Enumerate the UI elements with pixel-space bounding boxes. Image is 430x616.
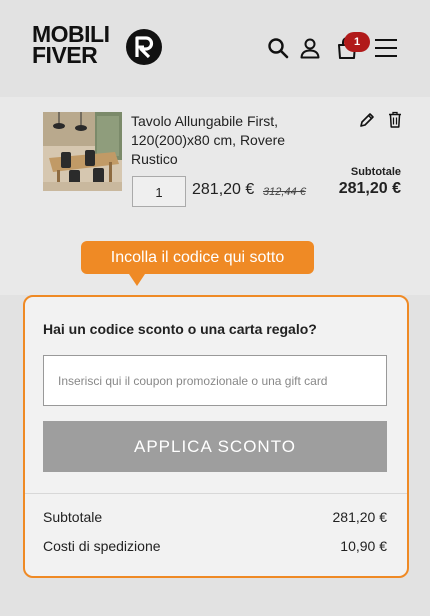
product-title[interactable]: Tavolo Allungabile First, 120(200)x80 cm… bbox=[131, 112, 331, 169]
divider bbox=[25, 493, 407, 494]
search-icon[interactable] bbox=[266, 36, 290, 60]
user-icon[interactable] bbox=[298, 36, 322, 60]
summary-shipping-value: 10,90 € bbox=[340, 538, 387, 554]
summary-subtotal-label: Subtotale bbox=[43, 509, 103, 525]
product-image[interactable] bbox=[43, 112, 122, 191]
tooltip-arrow bbox=[129, 274, 145, 286]
menu-icon[interactable] bbox=[374, 36, 398, 60]
summary-shipping-label: Costi di spedizione bbox=[43, 538, 161, 554]
site-header: MOBILI FIVER 1 bbox=[0, 0, 430, 97]
edit-icon[interactable] bbox=[359, 112, 375, 128]
discount-panel: Hai un codice sconto o una carta regalo?… bbox=[23, 295, 409, 578]
item-old-price: 312,44 € bbox=[263, 186, 306, 198]
quantity-field[interactable]: 1 bbox=[132, 176, 186, 207]
summary-subtotal-value: 281,20 € bbox=[332, 509, 388, 525]
logo[interactable]: MOBILI FIVER bbox=[32, 23, 172, 74]
logo-line2: FIVER bbox=[32, 42, 98, 68]
cart-count-badge: 1 bbox=[344, 32, 370, 52]
paste-code-tooltip: Incolla il codice qui sotto bbox=[81, 241, 314, 274]
trash-icon[interactable] bbox=[388, 111, 402, 128]
item-subtotal-value: 281,20 € bbox=[338, 180, 401, 197]
item-subtotal-label: Subtotale bbox=[350, 166, 401, 178]
logo-text: MOBILI FIVER bbox=[32, 23, 110, 68]
item-price: 281,20 € bbox=[192, 181, 255, 198]
logo-mark-icon bbox=[126, 29, 162, 65]
apply-discount-button[interactable]: APPLICA SCONTO bbox=[43, 421, 387, 472]
coupon-input[interactable] bbox=[43, 355, 387, 406]
discount-question: Hai un codice sconto o una carta regalo? bbox=[43, 321, 317, 337]
